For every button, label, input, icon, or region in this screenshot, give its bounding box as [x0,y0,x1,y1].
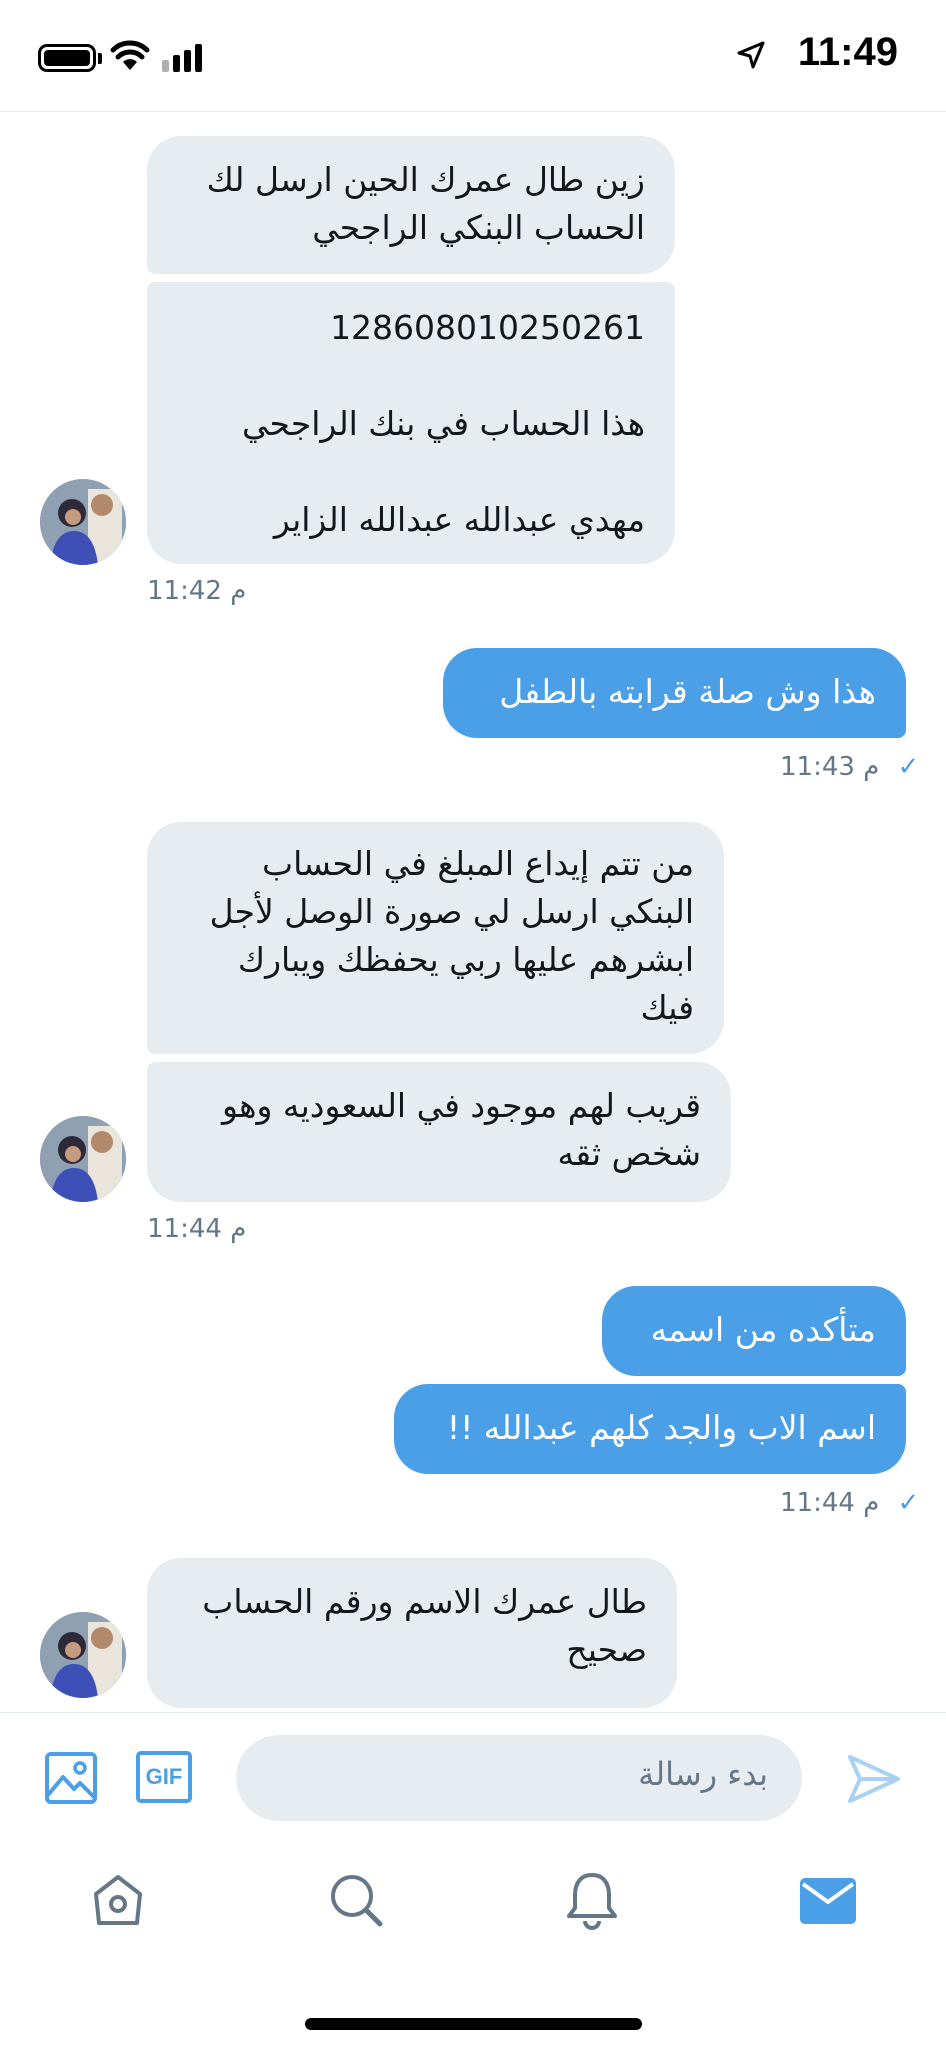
message-input-placeholder: بدء رسالة [638,1755,768,1793]
message-bubble-outgoing[interactable]: متأكده من اسمه [602,1286,906,1376]
message-bubble-incoming[interactable]: 128608010250261 هذا الحساب في بنك الراجح… [147,282,675,564]
send-icon[interactable] [846,1753,902,1805]
message-line: من تتم إيداع المبلغ في الحساب [262,844,694,883]
timestamp-suffix: م [230,1214,247,1244]
timestamp-time: 11:42 [147,576,222,606]
message-line: 128608010250261 [330,308,645,347]
message-line: هذا وش صلة قرابته بالطفل [499,672,876,711]
message-line: مهدي عبدالله عبدالله الزاير [273,500,645,539]
timestamp-suffix: م [863,1488,880,1518]
message-bubble-incoming[interactable]: من تتم إيداع المبلغ في الحساب البنكي ارس… [147,822,724,1054]
message-bubble-incoming[interactable]: زين طال عمرك الحين ارسل لك الحساب البنكي… [147,136,675,274]
conversation[interactable]: زين طال عمرك الحين ارسل لك الحساب البنكي… [0,112,946,1712]
battery-tip [98,53,102,64]
gif-label: GIF [145,1764,183,1789]
message-line: هذا الحساب في بنك الراجحي [242,404,645,443]
wifi-icon [110,40,150,70]
signal-icon [162,44,202,72]
timestamp-time: 11:44 [147,1214,222,1244]
message-line: شخص ثقه [557,1134,701,1173]
tab-bar [0,1842,946,2048]
timestamp-time: 11:43 [780,752,855,782]
status-bar: 11:49 [0,0,946,112]
message-line: طال عمرك الاسم ورقم الحساب [202,1582,647,1621]
message-composer: GIF بدء رسالة [0,1712,946,1843]
notifications-bell-icon[interactable] [564,1870,620,1930]
avatar-image [40,1612,126,1698]
message-line: متأكده من اسمه [650,1310,876,1349]
sent-check-icon: ✓ [897,1488,920,1518]
message-line [177,448,645,496]
location-arrow-icon [737,41,765,69]
home-indicator[interactable] [305,2018,642,2030]
messages-envelope-icon[interactable] [800,1878,856,1924]
battery-icon [38,44,96,72]
message-bubble-outgoing[interactable]: اسم الاب والجد كلهم عبدالله !! [394,1384,906,1474]
message-timestamp: 11:44 م [147,1214,246,1244]
message-line: فيك [640,988,694,1027]
message-line: صحيح [566,1630,647,1669]
message-line: الحساب البنكي الراجحي [312,208,645,247]
message-bubble-outgoing[interactable]: هذا وش صلة قرابته بالطفل [443,648,906,738]
gif-button[interactable]: GIF [136,1751,192,1803]
avatar[interactable] [40,1612,126,1698]
avatar-image [40,479,126,565]
message-bubble-incoming[interactable]: قريب لهم موجود في السعوديه وهو شخص ثقه [147,1062,731,1202]
message-line: البنكي ارسل لي صورة الوصل لأجل [209,892,694,931]
image-icon[interactable] [44,1751,98,1805]
status-time: 11:49 [797,30,898,74]
search-icon[interactable] [328,1872,384,1928]
avatar-image [40,1116,126,1202]
avatar[interactable] [40,1116,126,1202]
message-timestamp: م 11:44 ✓ [780,1488,919,1518]
message-line: قريب لهم موجود في السعوديه وهو [222,1086,701,1125]
message-line: اسم الاب والجد كلهم عبدالله !! [446,1408,876,1447]
timestamp-suffix: م [863,752,880,782]
message-input[interactable]: بدء رسالة [236,1735,802,1821]
sent-check-icon: ✓ [897,752,920,782]
timestamp-time: 11:44 [780,1488,855,1518]
message-line: ابشرهم عليها ربي يحفظك ويبارك [237,940,694,979]
message-line: زين طال عمرك الحين ارسل لك [206,160,645,199]
timestamp-suffix: م [230,576,247,606]
home-icon[interactable] [90,1872,146,1928]
message-timestamp: م 11:43 ✓ [780,752,919,782]
message-bubble-incoming[interactable]: طال عمرك الاسم ورقم الحساب صحيح [147,1558,677,1708]
avatar[interactable] [40,479,126,565]
message-line [177,352,645,400]
message-timestamp: 11:42 م [147,576,246,606]
